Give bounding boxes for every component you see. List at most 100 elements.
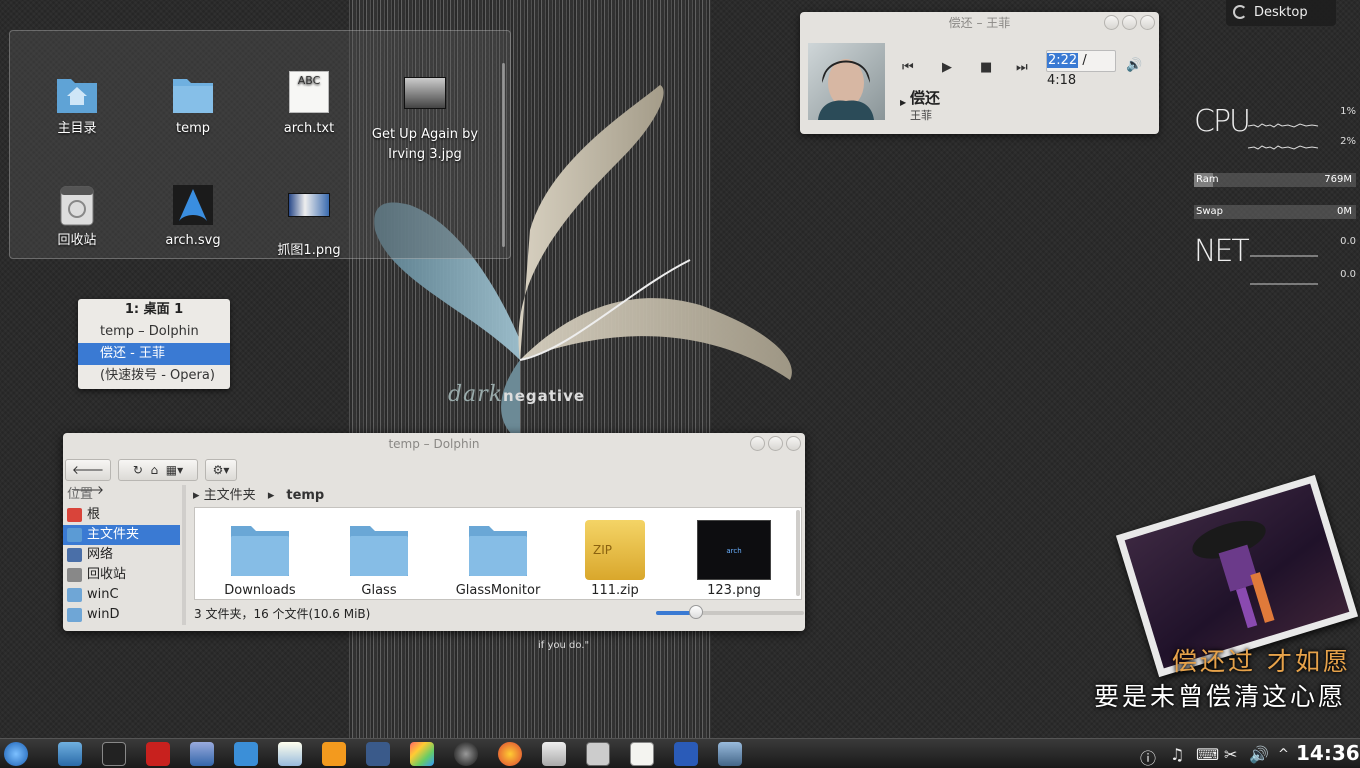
view-mode-icon[interactable]: ▦▾	[166, 463, 183, 477]
breadcrumb-home[interactable]: 主文件夹	[204, 488, 256, 503]
expand-arrow-icon[interactable]: ▶	[900, 98, 906, 107]
cpu-label: CPU	[1194, 104, 1251, 139]
scissors-icon[interactable]: ✂	[1224, 745, 1237, 764]
desktop-icon-jpg[interactable]: Get Up Again by Irving 3.jpg	[369, 71, 481, 165]
word-icon[interactable]	[674, 742, 698, 766]
album-cover	[808, 43, 885, 120]
desktop-icon-temp[interactable]: temp	[137, 71, 249, 139]
previous-icon: ⏮	[902, 60, 914, 75]
desktop-icon-trash[interactable]: 回收站	[21, 183, 133, 251]
place-winc[interactable]: winC	[63, 585, 180, 605]
breadcrumb-arrow-icon: ▸	[267, 488, 275, 503]
maximize-button[interactable]	[1122, 15, 1137, 30]
settings-button[interactable]: ⚙▾	[205, 459, 237, 481]
folder-view-widget[interactable]: 主目录 temp ABC arch.txt Get Up Again by Ir…	[9, 30, 511, 259]
desktop-icon-screenshot[interactable]: 抓图1.png	[253, 183, 365, 261]
navigator-icon[interactable]	[190, 742, 214, 766]
back-forward-buttons[interactable]: 🡐 🡒	[65, 459, 111, 497]
file-item-downloads[interactable]: Downloads	[205, 520, 315, 598]
desktop-icon[interactable]	[58, 742, 82, 766]
place-home[interactable]: 主文件夹	[63, 525, 180, 545]
place-network[interactable]: 网络	[63, 545, 180, 565]
switcher-desktop-header: 1: 桌面 1	[124, 302, 184, 317]
desktop-icon-arch-svg[interactable]: arch.svg	[137, 183, 249, 251]
switcher-item-opera[interactable]: (快速拨号 - Opera)	[78, 365, 230, 387]
desktop-icon-arch-txt[interactable]: ABC arch.txt	[253, 71, 365, 139]
network-icon	[67, 548, 82, 562]
net-label: NET	[1194, 234, 1250, 269]
keyboard-icon[interactable]: ⌨	[1196, 745, 1219, 764]
reload-icon[interactable]: ↻	[133, 463, 143, 477]
arch-logo-icon	[171, 183, 215, 227]
zip-archive-icon: ZIP	[585, 520, 645, 580]
info-icon[interactable]: ⓘ	[1140, 745, 1156, 768]
stop-button[interactable]: ■	[980, 60, 992, 75]
volume-button[interactable]: 🔊	[1126, 58, 1142, 73]
text-editor-icon[interactable]	[630, 742, 654, 766]
panel-splitter[interactable]	[182, 485, 186, 625]
home-folder-icon	[55, 71, 99, 115]
nav-buttons[interactable]: ↻ ⌂ ▦▾	[118, 459, 198, 481]
current-time: 2:22	[1047, 53, 1079, 68]
lyrics-line-2: 要是未曾偿清这心愿	[1094, 682, 1347, 711]
kde-launcher-icon[interactable]	[4, 742, 28, 766]
close-button[interactable]	[786, 436, 801, 451]
trash-icon	[55, 183, 99, 227]
zoom-slider[interactable]	[656, 605, 804, 619]
paint-icon[interactable]	[410, 742, 434, 766]
music-player-window: 偿还 – 王菲 ⏮ ▶ ■ ⏭ 2:22 / 4:18 🔊 ▶ 偿还 王菲	[800, 12, 1159, 134]
drive-folder-icon	[67, 608, 82, 622]
switcher-item-dolphin[interactable]: temp – Dolphin	[78, 321, 230, 343]
music-note-icon[interactable]: ♫	[1170, 745, 1184, 764]
file-item-png[interactable]: arch 123.png	[679, 520, 789, 598]
folder-view-scrollbar[interactable]	[502, 63, 505, 247]
clapper-icon[interactable]	[366, 742, 390, 766]
switcher-item-player[interactable]: 偿还 - 王菲	[78, 343, 230, 365]
play-button[interactable]: ▶	[942, 60, 952, 75]
places-panel: 位置 根 主文件夹 网络 回收站 winC winD	[63, 485, 181, 629]
music-app-icon[interactable]	[278, 742, 302, 766]
place-wind[interactable]: winD	[63, 605, 180, 625]
file-item-glass[interactable]: Glass	[324, 520, 434, 598]
tools-icon[interactable]	[718, 742, 742, 766]
folder-icon	[468, 520, 528, 580]
desktop-activity-button[interactable]: Desktop	[1226, 0, 1336, 26]
volume-icon: 🔊	[1126, 58, 1143, 73]
dolphin-toolbar: 🡐 🡒 ↻ ⌂ ▦▾ ⚙▾	[63, 457, 805, 497]
dolphin-titlebar[interactable]: temp – Dolphin	[63, 433, 805, 455]
folder-icon	[171, 71, 215, 115]
file-item-zip[interactable]: ZIP 111.zip	[560, 520, 670, 598]
next-button[interactable]: ⏭	[1016, 60, 1028, 75]
desktop-icon-home[interactable]: 主目录	[21, 71, 133, 139]
qq-icon[interactable]	[234, 742, 258, 766]
minimize-button[interactable]	[750, 436, 765, 451]
minimize-button[interactable]	[1104, 15, 1119, 30]
home-icon	[67, 528, 82, 542]
wallpaper-caption: if you do."	[538, 640, 590, 651]
breadcrumb-current[interactable]: temp	[286, 488, 324, 503]
back-icon[interactable]: 🡐	[72, 463, 104, 477]
player-titlebar[interactable]: 偿还 – 王菲	[800, 12, 1159, 34]
close-button[interactable]	[1140, 15, 1155, 30]
image-app-icon[interactable]	[322, 742, 346, 766]
camera-icon[interactable]	[454, 742, 478, 766]
firefox-icon[interactable]	[498, 742, 522, 766]
file-item-glassmonitor[interactable]: GlassMonitor	[443, 520, 553, 598]
expand-icon[interactable]: ^	[1278, 747, 1289, 762]
file-view: Downloads Glass GlassMonitor ZIP 111.zip…	[194, 507, 802, 600]
previous-button[interactable]: ⏮	[902, 60, 914, 75]
zoom-handle[interactable]	[688, 605, 703, 619]
calculator-icon[interactable]	[586, 742, 610, 766]
place-trash[interactable]: 回收站	[63, 565, 180, 585]
opera-icon[interactable]	[146, 742, 170, 766]
clock[interactable]: 14:36	[1296, 741, 1360, 765]
maximize-button[interactable]	[768, 436, 783, 451]
home-icon[interactable]: ⌂	[151, 463, 159, 477]
file-view-scrollbar[interactable]	[796, 510, 800, 596]
konsole-icon[interactable]	[102, 742, 126, 766]
place-root[interactable]: 根	[63, 505, 180, 525]
volume-icon[interactable]: 🔊	[1249, 745, 1269, 764]
time-display[interactable]: 2:22 / 4:18	[1046, 50, 1116, 88]
eye-icon[interactable]	[542, 742, 566, 766]
places-header: 位置	[67, 487, 94, 502]
